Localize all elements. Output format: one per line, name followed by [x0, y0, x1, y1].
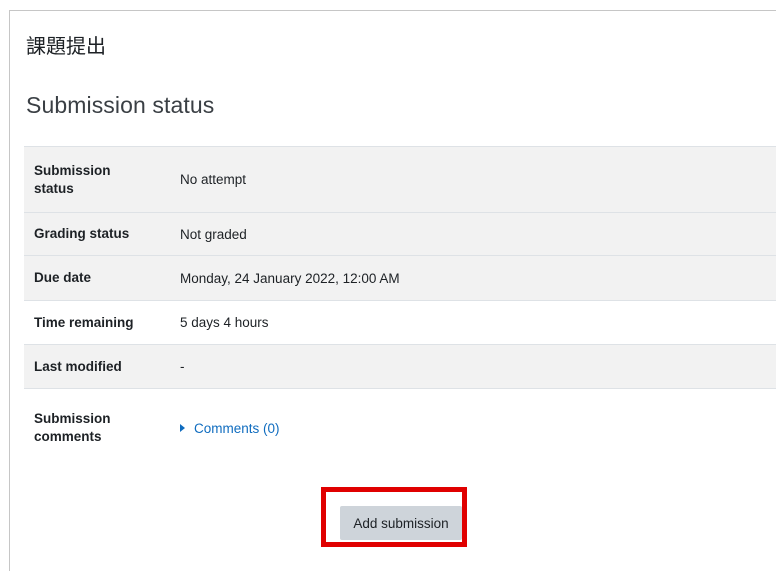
row-label: Submission status	[24, 146, 166, 213]
row-value: Monday, 24 January 2022, 12:00 AM	[166, 255, 776, 301]
submission-status-table: Submission status No attempt Grading sta…	[24, 146, 776, 467]
row-value: -	[166, 344, 776, 389]
table-row-submission-comments: Submission comments Comments (0)	[24, 388, 776, 467]
add-submission-button[interactable]: Add submission	[340, 506, 462, 540]
row-label: Last modified	[24, 344, 166, 389]
row-label-line1: Submission	[34, 411, 111, 426]
row-value: Not graded	[166, 212, 776, 256]
row-value: No attempt	[166, 146, 776, 213]
section-title: Submission status	[26, 92, 215, 118]
row-label-line2: comments	[34, 429, 102, 444]
page-title: 課題提出	[26, 36, 106, 58]
table-row-time-remaining: Time remaining 5 days 4 hours	[24, 300, 776, 345]
table-row-last-modified: Last modified -	[24, 344, 776, 389]
comments-link-label: Comments (0)	[194, 420, 280, 436]
row-label: Time remaining	[24, 300, 166, 345]
caret-right-icon	[180, 424, 185, 433]
row-label: Submission comments	[24, 388, 166, 467]
row-label: Grading status	[24, 212, 166, 256]
table-row-submission-status: Submission status No attempt	[24, 146, 776, 213]
comments-toggle-link[interactable]: Comments (0)	[180, 421, 280, 436]
row-label: Due date	[24, 255, 166, 301]
row-value: 5 days 4 hours	[166, 300, 776, 345]
row-label-line1: Submission	[34, 162, 111, 178]
table-row-due-date: Due date Monday, 24 January 2022, 12:00 …	[24, 255, 776, 301]
table-row-grading-status: Grading status Not graded	[24, 212, 776, 256]
row-label-line2: status	[34, 180, 74, 196]
row-value: Comments (0)	[166, 388, 776, 467]
